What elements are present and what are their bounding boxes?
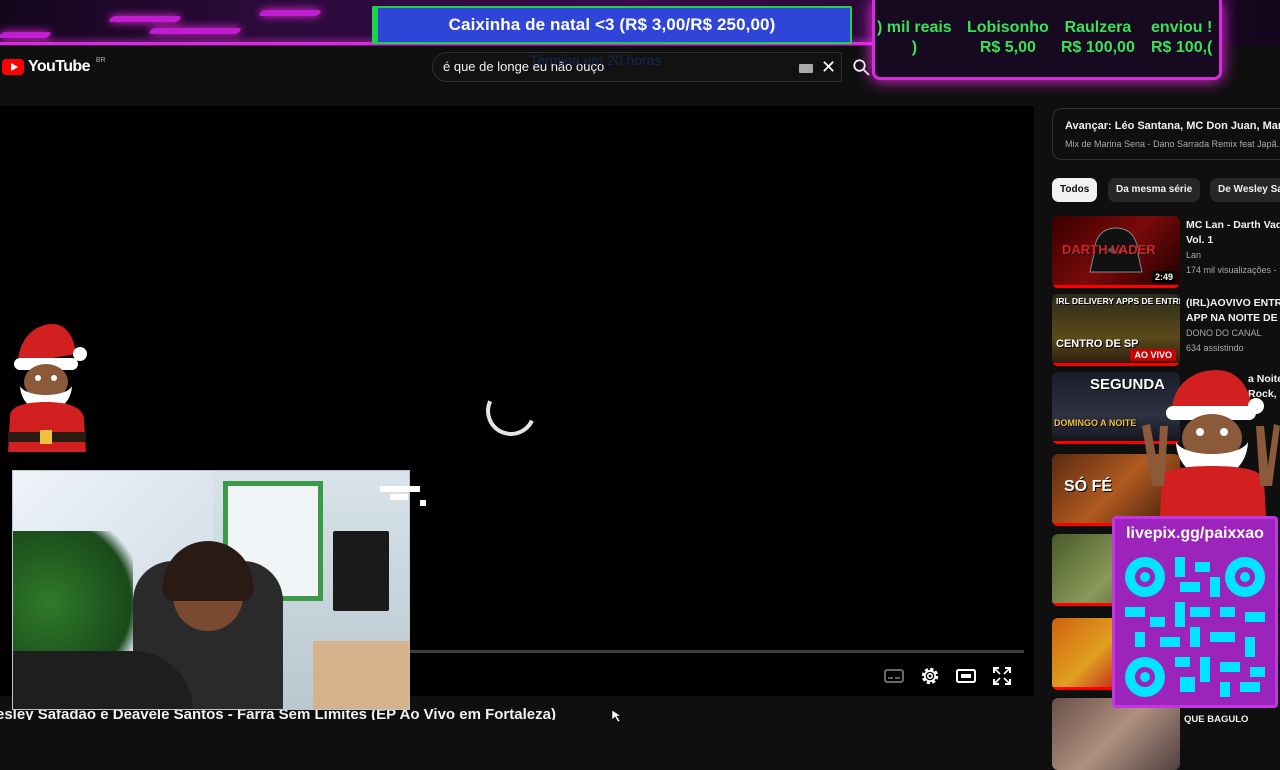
video-thumbnail[interactable] (1052, 698, 1180, 770)
rec-channel: DONO DO CANAL (1186, 328, 1262, 338)
livepix-url: livepix.gg/paixxao (1126, 525, 1264, 542)
livepix-qr-panel: livepix.gg/paixxao (1112, 516, 1278, 708)
chip-from-channel[interactable]: De Wesley Sa (1210, 178, 1280, 202)
rec-views: 174 mil visualizações - (1186, 265, 1277, 275)
subtitles-icon[interactable] (882, 664, 906, 688)
autoplay-next-card[interactable]: Avançar: Léo Santana, MC Don Juan, Mari … (1052, 108, 1280, 160)
donation-ticker: ) mil reais) Lobisonho R$ 5,00 Raulzera R$… (872, 0, 1222, 80)
mouse-cursor-icon (612, 710, 622, 722)
rec-views: 634 assistindo (1186, 343, 1244, 353)
clear-search-icon[interactable]: ✕ (821, 57, 836, 77)
donation-item: ) mil reais) (877, 19, 952, 56)
donation-item: enviou ! R$ 100,( (1151, 19, 1213, 56)
keyboard-icon[interactable] (799, 64, 813, 73)
overlay-timer-text: Termina em 20 horas (530, 52, 662, 68)
list-item[interactable]: DARTH VADER 2:49 MC Lan - Darth Vade Vol.… (1052, 216, 1280, 288)
donation-goal-text: Caixinha de natal <3 (R$ 3,00/R$ 250,00) (448, 15, 776, 34)
donation-item: Lobisonho R$ 5,00 (967, 19, 1049, 56)
donation-goal-bar: Caixinha de natal <3 (R$ 3,00/R$ 250,00) (372, 6, 852, 44)
neon-streak (257, 10, 323, 16)
neon-streak (147, 28, 243, 34)
settings-gear-icon[interactable] (918, 664, 942, 688)
list-item[interactable]: IRL DELIVERY APPS DE ENTREGA CENTRO DE S… (1052, 294, 1280, 366)
chip-todos[interactable]: Todos (1052, 178, 1098, 202)
chip-same-series[interactable]: Da mesma série (1108, 178, 1201, 202)
search-icon[interactable] (852, 58, 870, 76)
theater-mode-icon[interactable] (954, 664, 978, 688)
autoplay-next-subtitle: Mix de Marina Sena - Dano Sarrada Remix … (1065, 139, 1280, 149)
watched-progress (1052, 285, 1180, 288)
youtube-logo[interactable]: YouTube BR (2, 56, 106, 76)
rec-title: MC Lan - Darth Vade Vol. 1 (1186, 219, 1280, 246)
youtube-logo-text: YouTube (28, 58, 90, 75)
loading-spinner-icon (478, 378, 544, 444)
glitch-decoration (380, 484, 426, 508)
video-thumbnail[interactable]: DARTH VADER 2:49 (1052, 216, 1180, 288)
autoplay-next-label: Avançar: Léo Santana, MC Don Juan, Mari … (1065, 120, 1280, 132)
video-thumbnail[interactable]: IRL DELIVERY APPS DE ENTREGA CENTRO DE S… (1052, 294, 1180, 366)
streamer-webcam (12, 470, 410, 710)
fullscreen-icon[interactable] (990, 664, 1014, 688)
santa-sticker-icon (8, 324, 87, 452)
country-code: BR (95, 56, 106, 64)
list-item[interactable]: QUE BAGULO (1052, 698, 1280, 770)
live-badge: AO VIVO (1130, 349, 1176, 361)
rec-channel: Lan (1186, 250, 1202, 260)
qr-code-icon (1125, 557, 1265, 697)
neon-streak (107, 16, 183, 22)
youtube-play-icon (2, 59, 24, 75)
donation-item: Raulzera R$ 100,00 (1061, 19, 1135, 56)
duration-badge: 2:49 (1151, 271, 1176, 283)
progress-bar[interactable] (410, 650, 1024, 653)
rec-title: (IRL)AOVIVO ENTRE APP NA NOITE DE S (1186, 297, 1280, 324)
santa-sticker-icon (1142, 370, 1280, 516)
neon-streak (0, 32, 53, 38)
